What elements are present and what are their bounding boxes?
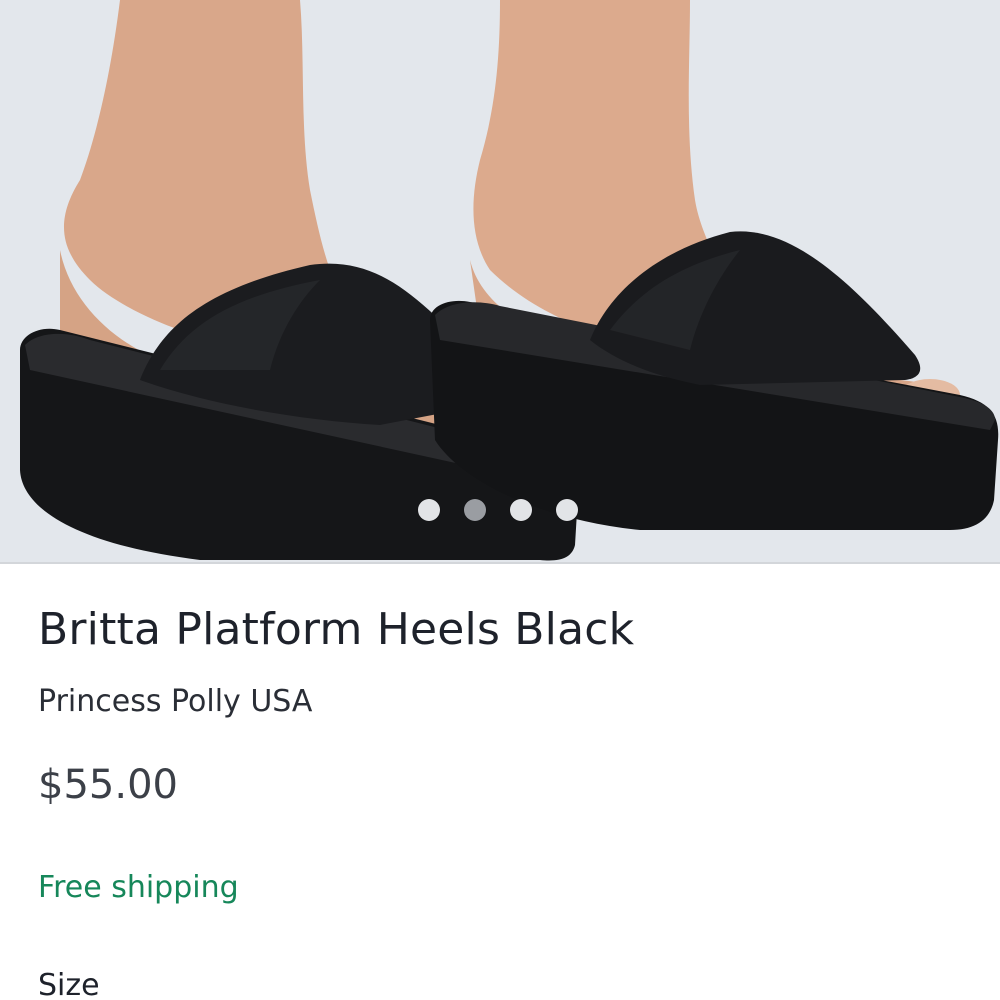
carousel-dot[interactable] [510, 499, 532, 521]
product-image-carousel[interactable] [0, 0, 1000, 564]
seller-name[interactable]: Princess Polly USA [38, 684, 312, 719]
carousel-dot-active[interactable] [464, 499, 486, 521]
carousel-indicator [418, 498, 578, 522]
shipping-info: Free shipping [38, 870, 239, 905]
carousel-dot[interactable] [418, 499, 440, 521]
product-price: $55.00 [38, 762, 178, 808]
carousel-dot[interactable] [556, 499, 578, 521]
product-title: Britta Platform Heels Black [38, 604, 635, 655]
size-label: Size [38, 968, 100, 1000]
product-photo [0, 0, 1000, 562]
product-page: Britta Platform Heels Black Princess Pol… [0, 0, 1000, 1000]
